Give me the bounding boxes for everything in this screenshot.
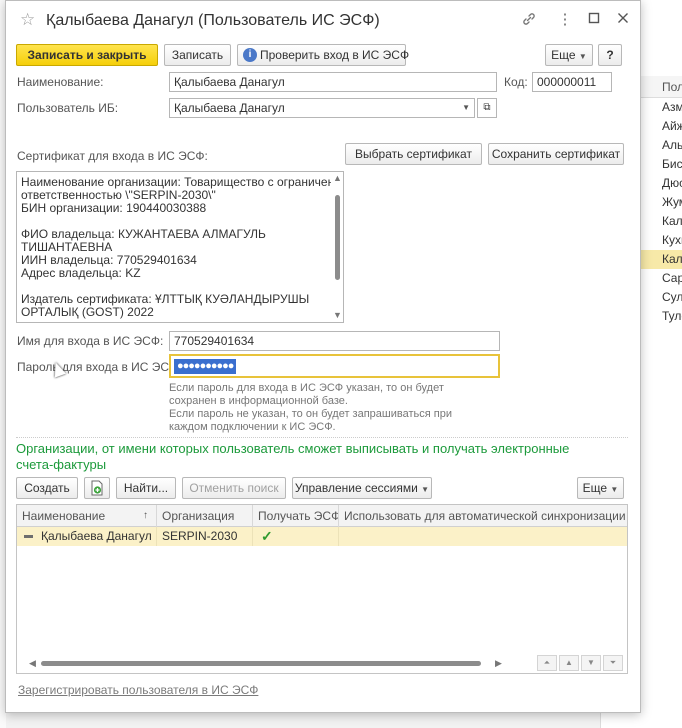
open-user-icon[interactable]: ⧉ (477, 98, 497, 118)
maximize-icon[interactable] (585, 11, 603, 29)
password-value: ●●●●●●●●●● (174, 359, 237, 374)
column-header-receive[interactable]: Получать ЭСФ (253, 505, 339, 527)
help-button[interactable]: ? (598, 44, 622, 66)
save-button[interactable]: Записать (164, 44, 231, 66)
orgs-more-label: Еще (582, 481, 608, 495)
choose-cert-button[interactable]: Выбрать сертификат (345, 143, 482, 165)
ib-user-label: Пользователь ИБ: (17, 101, 119, 115)
sort-arrow-up-icon: ↑ (143, 510, 148, 521)
cancel-search-button[interactable]: Отменить поиск (182, 477, 286, 499)
column-header-label: Наименование (22, 509, 106, 523)
save-cert-button[interactable]: Сохранить сертификат (488, 143, 624, 165)
next-row-icon[interactable]: ▼ (581, 655, 601, 671)
password-label: Пароль для входа в ИС ЭСФ: (17, 360, 182, 374)
sessions-menu-button[interactable]: Управление сессиями ▼ (292, 477, 432, 499)
password-input[interactable]: ●●●●●●●●●● (169, 354, 500, 378)
login-input[interactable]: 770529401634 (169, 331, 500, 351)
ib-user-value: Қалыбаева Данагул (174, 101, 285, 115)
column-header-org[interactable]: Организация (157, 505, 253, 527)
add-document-icon (91, 480, 103, 496)
scroll-right-icon[interactable]: ▶ (495, 658, 502, 669)
close-icon[interactable] (614, 11, 632, 29)
link-icon[interactable] (520, 11, 538, 29)
register-user-link[interactable]: Зарегистрировать пользователя в ИС ЭСФ (18, 683, 258, 697)
code-input[interactable]: 000000011 (532, 72, 612, 92)
orgs-horizontal-scrollbar[interactable]: ◀ ▶ (27, 656, 505, 670)
password-hint-line: каждом подключении к ИС ЭСФ. (169, 421, 336, 433)
sessions-menu-label: Управление сессиями (294, 481, 418, 495)
save-and-close-button[interactable]: Записать и закрыть (16, 44, 158, 66)
cert-info-textarea[interactable]: Наименование организации: Товарищество с… (16, 171, 344, 323)
row-navigation: ⏶ ▲ ▼ ⏷ (537, 655, 625, 671)
code-label: Код: (504, 75, 528, 89)
info-icon: i (243, 48, 257, 62)
first-row-icon[interactable]: ⏶ (537, 655, 557, 671)
orgs-table-header: Наименование ↑ Организация Получать ЭСФ … (17, 505, 627, 527)
user-form-window: ☆ Қалыбаева Данагул (Пользователь ИС ЭСФ… (5, 0, 641, 713)
name-input[interactable]: Қалыбаева Данагул (169, 72, 497, 92)
cert-scroll-thumb[interactable] (335, 195, 340, 280)
chevron-down-icon: ▼ (610, 485, 619, 494)
more-menu-label: Еще (551, 48, 576, 62)
window-title: Қалыбаева Данагул (Пользователь ИС ЭСФ) (46, 12, 380, 29)
chevron-down-icon: ▼ (421, 485, 430, 494)
password-hint-line: сохранен в информационной базе. (169, 395, 348, 407)
orgs-section-title: Организации, от имени которых пользовате… (16, 441, 570, 472)
find-button[interactable]: Найти... (116, 477, 176, 499)
window-titlebar: ☆ Қалыбаева Данагул (Пользователь ИС ЭСФ… (6, 1, 640, 39)
password-hint-line: Если пароль для входа в ИС ЭСФ указан, т… (169, 382, 444, 394)
cert-line: Адрес владельца: KZ (21, 266, 141, 280)
section-divider (16, 437, 628, 438)
row-name-cell: Қалыбаева Данагул (17, 527, 157, 546)
scroll-up-icon[interactable]: ▲ (333, 173, 342, 183)
cert-label: Сертификат для входа в ИС ЭСФ: (17, 149, 208, 163)
ib-user-select[interactable]: Қалыбаева Данагул ▼ (169, 98, 475, 118)
dropdown-arrow-icon[interactable]: ▼ (462, 99, 470, 117)
orgs-more-button[interactable]: Еще ▼ (577, 477, 624, 499)
column-header-name[interactable]: Наименование ↑ (17, 505, 157, 527)
orgs-table: Наименование ↑ Организация Получать ЭСФ … (16, 504, 628, 674)
column-header-auto-sync[interactable]: Использовать для автоматической синхрони… (339, 505, 627, 527)
check-login-button[interactable]: i Проверить вход в ИС ЭСФ (237, 44, 410, 66)
check-login-label: Проверить вход в ИС ЭСФ (260, 48, 410, 62)
name-label: Наименование: (17, 75, 104, 89)
table-row[interactable]: Қалыбаева Данагул SERPIN-2030 ✓ (17, 527, 627, 546)
prev-row-icon[interactable]: ▲ (559, 655, 579, 671)
cert-line: ОРТАЛЫҚ (GOST) 2022 (21, 305, 154, 319)
scroll-left-icon[interactable]: ◀ (29, 658, 36, 669)
cert-scrollbar[interactable]: ▲ ▼ (331, 172, 343, 322)
more-menu-button[interactable]: Еще ▼ (545, 44, 593, 66)
checkmark-icon[interactable]: ✓ (253, 527, 339, 546)
cert-line: БИН организации: 190440030388 (21, 201, 207, 215)
favorite-star-icon[interactable]: ☆ (20, 11, 35, 29)
horizontal-scroll-thumb[interactable] (41, 661, 481, 666)
chevron-down-icon: ▼ (578, 52, 587, 61)
add-copy-button[interactable] (84, 477, 110, 499)
row-org-cell: SERPIN-2030 (157, 527, 253, 546)
create-button[interactable]: Создать (16, 477, 78, 499)
more-dots-icon[interactable]: ⋮ (556, 11, 574, 29)
scroll-down-icon[interactable]: ▼ (333, 310, 342, 320)
login-label: Имя для входа в ИС ЭСФ: (17, 334, 164, 348)
last-row-icon[interactable]: ⏷ (603, 655, 623, 671)
password-hint-line: Если пароль не указан, то он будет запра… (169, 408, 452, 420)
row-auto-sync-cell[interactable] (339, 527, 627, 546)
